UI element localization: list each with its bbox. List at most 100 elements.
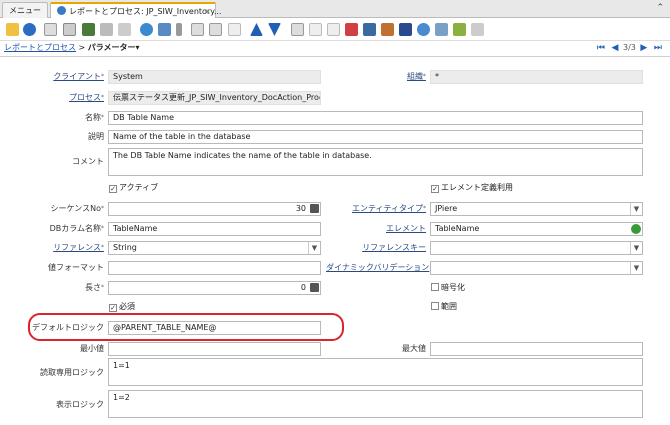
checkbox-empty-icon: [431, 283, 439, 291]
reference-key-select[interactable]: ▼: [430, 241, 643, 255]
value-format-label: 値フォーマット: [48, 263, 104, 272]
calculator-icon[interactable]: [310, 204, 319, 213]
length-input[interactable]: 0: [108, 281, 321, 295]
length-label: 長さ*: [85, 283, 104, 292]
process-icon: [57, 6, 66, 15]
value-format-input[interactable]: [108, 261, 321, 275]
active-checkbox[interactable]: ✓ アクティブ: [109, 183, 158, 193]
comment-textarea[interactable]: The DB Table Name indicates the name of …: [108, 148, 643, 176]
breadcrumb-current[interactable]: パラメーター▾: [88, 43, 140, 52]
next-icon[interactable]: [268, 23, 281, 36]
encrypted-checkbox[interactable]: 暗号化: [431, 283, 465, 293]
reference-key-label: リファレンスキー: [362, 243, 426, 252]
chevron-down-icon[interactable]: ▼: [308, 242, 320, 254]
entity-type-label: エンティティタイプ*: [351, 204, 426, 213]
undo-icon[interactable]: [6, 23, 19, 36]
search-icon[interactable]: [631, 224, 641, 234]
range-checkbox[interactable]: 範囲: [431, 302, 457, 312]
find-icon[interactable]: [158, 23, 171, 36]
process-label: プロセス*: [69, 93, 104, 102]
breadcrumb-separator: >: [78, 43, 86, 52]
mandatory-checkbox[interactable]: ✓ 必須: [109, 302, 135, 312]
refresh-icon[interactable]: [140, 23, 153, 36]
help-icon[interactable]: [23, 23, 36, 36]
description-input[interactable]: Name of the table in the database: [108, 130, 643, 144]
max-value-input[interactable]: [430, 342, 643, 356]
settings-icon[interactable]: [417, 23, 430, 36]
workflow-icon[interactable]: [381, 23, 394, 36]
chevron-down-icon[interactable]: ▼: [630, 262, 642, 274]
chevron-down-icon[interactable]: ▼: [630, 203, 642, 215]
min-value-input[interactable]: [108, 342, 321, 356]
dynamic-validation-label: ダイナミックバリデーション: [326, 263, 430, 272]
product-info-icon[interactable]: [399, 23, 412, 36]
name-input[interactable]: DB Table Name: [108, 111, 643, 125]
new-icon[interactable]: [44, 23, 57, 36]
close-icon[interactable]: ×: [204, 6, 211, 17]
attachment-icon[interactable]: [176, 23, 182, 36]
divider: [0, 56, 670, 57]
tab-menu-label: メニュー: [9, 6, 41, 15]
window-tab-bar: メニュー レポートとプロセス: JP_SIW_Inventory... × ⌃: [0, 0, 670, 18]
display-logic-label: 表示ロジック: [56, 400, 104, 409]
checkbox-empty-icon: [431, 302, 439, 310]
readonly-logic-textarea[interactable]: 1=1: [108, 358, 643, 386]
description-label: 説明: [88, 132, 104, 141]
toolbar: [0, 19, 670, 41]
sequence-input[interactable]: 30: [108, 202, 321, 216]
import-icon[interactable]: [453, 23, 466, 36]
last-record-icon[interactable]: ⏭: [654, 43, 662, 53]
copy-icon[interactable]: [63, 23, 76, 36]
min-value-label: 最小値: [80, 344, 104, 353]
grid-icon[interactable]: [209, 23, 222, 36]
readonly-logic-label: 読取専用ロジック: [40, 368, 104, 377]
collapse-icon[interactable]: ⌃: [656, 3, 664, 13]
dynamic-validation-select[interactable]: ▼: [430, 261, 643, 275]
reference-select[interactable]: String ▼: [108, 241, 321, 255]
calculator-icon[interactable]: [310, 283, 319, 292]
element-search-field[interactable]: TableName: [430, 222, 643, 236]
checkbox-checked-icon: ✓: [431, 185, 439, 193]
client-label: クライアント*: [53, 72, 104, 81]
next-record-icon[interactable]: ▶: [640, 43, 647, 53]
save-icon[interactable]: [100, 23, 113, 36]
db-column-label: DBカラム名称*: [49, 224, 104, 233]
parent-icon[interactable]: [228, 23, 241, 36]
tab-menu[interactable]: メニュー: [2, 2, 48, 18]
chat-icon[interactable]: [191, 23, 204, 36]
element-definition-checkbox[interactable]: ✓ エレメント定義利用: [431, 183, 513, 193]
end-icon[interactable]: [471, 23, 484, 36]
active-checkbox-label: アクティブ: [119, 183, 159, 192]
tab-report-process[interactable]: レポートとプロセス: JP_SIW_Inventory... ×: [50, 2, 221, 18]
mandatory-label: 必須: [119, 302, 135, 311]
max-value-label: 最大値: [402, 344, 426, 353]
process-field[interactable]: 伝票ステータス更新_JP_SIW_Inventory_DocAction_Pro…: [108, 91, 321, 105]
print-icon[interactable]: [327, 23, 340, 36]
history-icon[interactable]: [363, 23, 376, 36]
zoom-icon[interactable]: [345, 23, 358, 36]
comment-label: コメント: [72, 157, 104, 166]
chevron-down-icon[interactable]: ▼: [630, 242, 642, 254]
client-field[interactable]: System: [108, 70, 321, 84]
org-field[interactable]: *: [430, 70, 643, 84]
report-icon[interactable]: [291, 23, 304, 36]
first-record-icon[interactable]: ⏮: [597, 43, 605, 53]
record-navigator: ⏮ ◀ 3/3 ▶ ⏭: [595, 42, 664, 54]
archive-icon[interactable]: [309, 23, 322, 36]
entity-type-select[interactable]: JPiere ▼: [430, 202, 643, 216]
previous-record-icon[interactable]: ◀: [612, 43, 619, 53]
highlight-annotation: [28, 313, 344, 341]
previous-icon[interactable]: [250, 23, 263, 36]
tab-report-process-label: レポートとプロセス: JP_SIW_Inventory...: [69, 7, 222, 16]
export-icon[interactable]: [435, 23, 448, 36]
save-new-icon[interactable]: [118, 23, 131, 36]
encrypted-label: 暗号化: [441, 283, 465, 292]
sequence-label: シーケンスNo*: [50, 204, 104, 213]
checkbox-checked-icon: ✓: [109, 185, 117, 193]
range-label: 範囲: [441, 302, 457, 311]
org-label: 組織*: [407, 72, 426, 81]
delete-icon[interactable]: [82, 23, 95, 36]
breadcrumb-parent-link[interactable]: レポートとプロセス: [4, 43, 76, 52]
db-column-input[interactable]: TableName: [108, 222, 321, 236]
display-logic-textarea[interactable]: 1=2: [108, 390, 643, 418]
